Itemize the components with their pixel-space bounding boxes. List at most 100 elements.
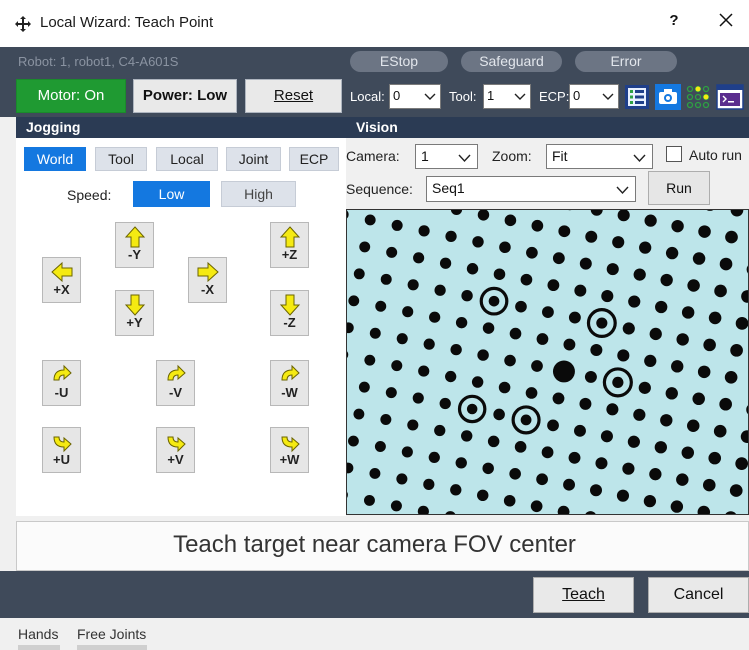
calibration-dot	[687, 419, 700, 432]
mode-local-button[interactable]: Local	[156, 147, 218, 171]
calibration-dot	[595, 457, 608, 470]
sequence-value: Seq1	[432, 180, 465, 196]
chevron-down-icon	[616, 186, 629, 195]
calibration-dot	[530, 500, 543, 513]
calibration-dot	[369, 467, 381, 479]
motor-button[interactable]: Motor: On	[16, 79, 126, 113]
arrow-right-icon	[197, 261, 219, 283]
calibration-dot	[617, 349, 630, 362]
calibration-dot	[466, 263, 479, 275]
jog-minus-v-button[interactable]: -V	[156, 360, 195, 406]
list-icon[interactable]	[624, 84, 650, 110]
sequence-label: Sequence:	[346, 181, 413, 197]
calibration-dot	[649, 468, 662, 481]
jog-plus-v-button[interactable]: +V	[156, 427, 195, 473]
footer-bar	[0, 571, 749, 618]
tab-free-joints[interactable]: Free Joints	[77, 626, 146, 642]
arrow-up-icon	[124, 226, 145, 248]
mode-world-button[interactable]: World	[24, 147, 86, 171]
calibration-dot	[418, 365, 430, 377]
mode-tool-button[interactable]: Tool	[95, 147, 147, 171]
jog-label: -Z	[283, 315, 296, 330]
calibration-dot	[439, 397, 451, 410]
calibration-dot	[493, 268, 506, 280]
jog-plus-u-button[interactable]: +U	[42, 427, 81, 473]
teach-button[interactable]: Teach	[533, 577, 634, 613]
calibration-dot	[434, 284, 446, 296]
tool-select[interactable]: 1	[483, 84, 531, 109]
calibration-dot	[353, 408, 365, 420]
calibration-dot	[455, 457, 467, 469]
calibration-dot	[681, 446, 695, 459]
calibration-dot	[622, 322, 635, 335]
jog-plus-w-button[interactable]: +W	[270, 427, 309, 473]
jog-label: +X	[53, 282, 70, 297]
calibration-dot	[612, 236, 625, 249]
ring-marker-center	[488, 295, 500, 307]
tab-hands[interactable]: Hands	[18, 626, 58, 642]
calibration-dot	[692, 392, 705, 406]
ecp-select[interactable]: 0	[569, 84, 619, 109]
close-icon[interactable]	[716, 10, 736, 30]
calibration-dot	[542, 306, 554, 318]
cancel-button[interactable]: Cancel	[648, 577, 749, 613]
calibration-dot	[563, 478, 575, 491]
calibration-dot	[413, 252, 425, 264]
calibration-dot	[531, 360, 543, 372]
tab-free-joints-indicator	[77, 645, 147, 650]
calibration-dot	[359, 241, 371, 253]
run-button[interactable]: Run	[648, 171, 710, 205]
camera-image[interactable]	[346, 209, 749, 515]
jog-plus-y-button[interactable]: +Y	[115, 290, 154, 336]
help-button[interactable]: ?	[664, 12, 684, 29]
jog-minus-u-button[interactable]: -U	[42, 360, 81, 406]
calibration-dot	[396, 333, 408, 345]
camera-icon[interactable]	[655, 84, 681, 110]
jog-minus-x-button[interactable]: -X	[188, 257, 227, 303]
mode-joint-button[interactable]: Joint	[226, 147, 281, 171]
calibration-dot	[482, 322, 495, 334]
io-grid-icon[interactable]	[685, 84, 711, 110]
arrow-left-icon	[50, 261, 72, 283]
calibration-dot	[455, 316, 468, 329]
calibration-dot	[639, 241, 652, 254]
calibration-dot	[644, 354, 657, 368]
autorun-checkbox[interactable]	[666, 146, 682, 162]
calibration-dot	[740, 430, 748, 444]
chevron-down-icon	[514, 93, 526, 100]
camera-select[interactable]: 1	[415, 144, 478, 169]
calibration-dot	[585, 511, 596, 514]
jog-plus-z-button[interactable]: +Z	[270, 222, 309, 268]
calibration-dot	[407, 419, 419, 431]
jog-minus-w-button[interactable]: -W	[270, 360, 309, 406]
sequence-select[interactable]: Seq1	[426, 176, 636, 202]
ring-marker-center	[596, 317, 608, 329]
calibration-dot	[697, 505, 711, 514]
calibration-dot	[568, 311, 581, 324]
calibration-dot	[730, 344, 743, 357]
tool-label: Tool:	[449, 89, 477, 104]
zoom-select[interactable]: Fit	[546, 144, 653, 169]
calibration-dot	[633, 268, 646, 281]
jog-plus-x-button[interactable]: +X	[42, 257, 81, 303]
power-button[interactable]: Power: Low	[133, 79, 237, 113]
local-select[interactable]: 0	[389, 84, 441, 109]
jog-minus-y-button[interactable]: -Y	[115, 222, 154, 268]
reset-button[interactable]: Reset	[245, 79, 342, 113]
jog-label: -X	[201, 282, 214, 297]
speed-low-button[interactable]: Low	[133, 181, 210, 207]
calibration-dot	[741, 290, 748, 303]
calibration-dot	[428, 451, 440, 464]
arrow-up-icon	[279, 226, 300, 248]
calibration-dot	[735, 457, 748, 470]
calibration-dot	[660, 414, 673, 427]
jog-minus-z-button[interactable]: -Z	[270, 290, 309, 336]
calibration-dot	[514, 441, 527, 453]
terminal-icon[interactable]	[716, 84, 744, 110]
calibration-dot	[439, 257, 452, 269]
mode-ecp-button[interactable]: ECP	[289, 147, 339, 171]
speed-high-button[interactable]: High	[221, 181, 296, 207]
calibration-dot	[725, 511, 737, 514]
jog-label: +U	[53, 452, 70, 467]
ring-marker-center	[520, 414, 532, 426]
